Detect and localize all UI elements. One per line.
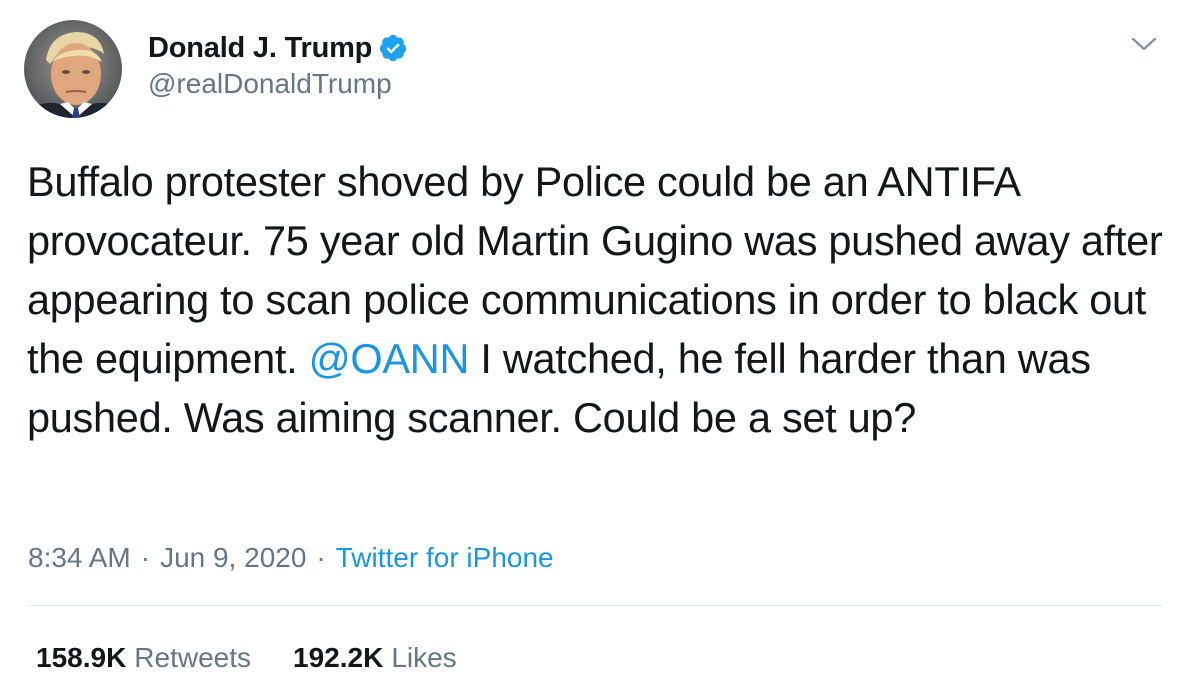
- tweet-stats: 158.9K Retweets 192.2K Likes: [36, 638, 457, 678]
- author-handle[interactable]: @realDonaldTrump: [148, 68, 408, 100]
- author-name-row: Donald J. Trump: [148, 30, 408, 66]
- meta-separator: ·: [140, 542, 151, 573]
- likes-stat[interactable]: 192.2K Likes: [293, 642, 457, 674]
- tweet-card: Donald J. Trump @realDonaldTrump Buffalo…: [0, 0, 1190, 692]
- retweets-count: 158.9K: [36, 642, 127, 673]
- chevron-down-icon[interactable]: [1130, 34, 1158, 54]
- tweet-date[interactable]: Jun 9, 2020: [160, 542, 306, 574]
- author-display-name[interactable]: Donald J. Trump: [148, 32, 372, 65]
- verified-badge-icon: [378, 33, 408, 63]
- tweet-meta: 8:34 AM · Jun 9, 2020 · Twitter for iPho…: [28, 538, 554, 578]
- retweets-stat[interactable]: 158.9K Retweets: [36, 642, 251, 674]
- meta-separator: ·: [316, 542, 326, 573]
- likes-label: Likes: [391, 642, 457, 673]
- likes-count: 192.2K: [293, 642, 384, 673]
- tweet-text: Buffalo protester shoved by Police could…: [27, 152, 1172, 447]
- avatar[interactable]: [24, 20, 122, 118]
- tweet-source-link[interactable]: Twitter for iPhone: [336, 542, 554, 574]
- mention-link[interactable]: @OANN: [309, 335, 470, 382]
- author-block[interactable]: Donald J. Trump @realDonaldTrump: [148, 30, 408, 100]
- divider: [28, 605, 1162, 606]
- retweets-label: Retweets: [134, 642, 252, 673]
- tweet-time[interactable]: 8:34 AM: [28, 542, 131, 574]
